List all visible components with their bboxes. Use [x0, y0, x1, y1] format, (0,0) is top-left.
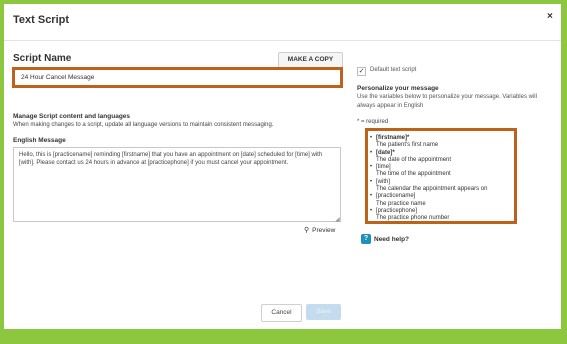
- variable-description: The date of the appointment: [376, 156, 452, 163]
- variable-item: • [with] The calendar the appointment ap…: [370, 178, 514, 194]
- variable-name: [time]: [376, 164, 391, 171]
- script-name-label: Script Name: [13, 53, 72, 64]
- bullet-icon: •: [370, 164, 373, 171]
- lightbulb-icon[interactable]: ?: [361, 234, 371, 244]
- required-note: * = required: [357, 119, 389, 125]
- personalize-title: Personalize your message: [357, 85, 439, 92]
- default-script-label: Default text script: [370, 67, 417, 73]
- variable-item: • [date]* The date of the appointment: [370, 149, 514, 165]
- bullet-icon: •: [370, 178, 373, 185]
- english-message-label: English Message: [13, 137, 66, 144]
- variable-name: [practicephone]: [376, 207, 418, 214]
- bullet-icon: •: [370, 149, 373, 156]
- variable-item: • [practicename] The practice name: [370, 193, 514, 208]
- default-script-checkbox[interactable]: ✓: [357, 67, 366, 76]
- variable-item: • [firstname]* The patient's first name: [370, 135, 514, 150]
- bullet-icon: •: [370, 207, 373, 214]
- variable-item: • [practicephone] The practice phone num…: [370, 207, 514, 223]
- script-name-input[interactable]: 24 Hour Cancel Message: [12, 67, 343, 88]
- variables-list: • [firstname]* The patient's first name …: [368, 131, 514, 223]
- variable-description: The calendar the appointment appears on: [376, 186, 488, 193]
- manage-section-title: Manage Script content and languages: [13, 113, 131, 120]
- variable-name: [with]: [376, 178, 391, 185]
- variable-description: The time of the appointment: [376, 171, 451, 178]
- preview-label: Preview: [312, 227, 336, 234]
- variable-description: The practice phone number: [376, 215, 450, 222]
- personalize-description: Use the variables below to personalize y…: [357, 94, 537, 109]
- need-help-link[interactable]: Need help?: [374, 236, 409, 243]
- variable-description: The patient's first name: [376, 142, 439, 149]
- save-button[interactable]: Save: [306, 304, 341, 320]
- manage-section-subtitle: When making changes to a script, update …: [13, 122, 274, 128]
- variable-name: [date]*: [376, 149, 395, 156]
- variable-description: The practice name: [376, 200, 426, 207]
- variable-name: [firstname]*: [376, 135, 410, 141]
- variable-name: [practicename]: [376, 193, 416, 200]
- dialog-title: Text Script: [13, 14, 70, 26]
- variable-item: • [time] The time of the appointment: [370, 164, 514, 179]
- variables-list-box: • [firstname]* The patient's first name …: [365, 128, 517, 224]
- cancel-button[interactable]: Cancel: [261, 304, 302, 322]
- preview-link[interactable]: ⚲ Preview: [304, 226, 335, 234]
- header-divider: [4, 40, 561, 41]
- close-icon[interactable]: ×: [547, 11, 553, 22]
- bullet-icon: •: [370, 135, 373, 141]
- resize-handle-icon[interactable]: ◢: [335, 216, 340, 223]
- english-message-textarea[interactable]: Hello, this is [practicename] reminding …: [13, 147, 341, 222]
- make-a-copy-button[interactable]: MAKE A COPY: [278, 52, 343, 68]
- bullet-icon: •: [370, 193, 373, 200]
- zoom-icon: ⚲: [304, 227, 310, 234]
- text-script-dialog: Text Script × Script Name MAKE A COPY 24…: [4, 4, 561, 329]
